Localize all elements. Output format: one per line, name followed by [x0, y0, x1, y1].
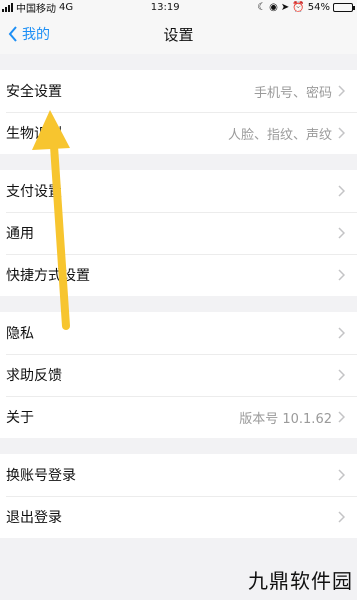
page-title: 设置 — [163, 25, 194, 44]
settings-row[interactable]: 换账号登录 — [0, 454, 357, 496]
back-label: 我的 — [22, 27, 50, 43]
settings-group: 隐私求助反馈关于 版本号 10.1.62 — [0, 312, 357, 438]
settings-row-right — [332, 511, 345, 523]
settings-row[interactable]: 求助反馈 — [0, 354, 357, 396]
chevron-right-icon — [338, 469, 345, 481]
settings-group: 安全设置 手机号、密码生物识别 人脸、指纹、声纹 — [0, 70, 357, 154]
settings-row-right — [332, 369, 345, 381]
section-gap — [0, 438, 357, 454]
settings-row-right: 人脸、指纹、声纹 — [228, 124, 345, 143]
chevron-right-icon — [338, 127, 345, 139]
settings-row[interactable]: 退出登录 — [0, 496, 357, 538]
settings-row-right — [332, 185, 345, 197]
settings-screen: 中国移动 4G 13:19 ☾ ◉ ➤ ⏰ 54% 我的 设置 安全设置 手机号、… — [0, 0, 357, 600]
location-icon: ➤ — [280, 1, 290, 13]
status-right: ☾ ◉ ➤ ⏰ 54% — [257, 1, 355, 13]
settings-row-value: 人脸、指纹、声纹 — [227, 127, 332, 143]
nav-bar: 我的 设置 — [0, 14, 357, 54]
settings-row-label: 安全设置 — [6, 84, 62, 100]
battery-percent: 54% — [307, 1, 330, 13]
chevron-right-icon — [338, 327, 345, 339]
settings-row-label: 求助反馈 — [6, 368, 62, 384]
settings-group: 换账号登录 退出登录 — [0, 454, 357, 538]
settings-row-label: 隐私 — [6, 326, 34, 342]
settings-row-right — [332, 327, 345, 339]
back-button[interactable]: 我的 — [8, 14, 50, 54]
settings-row-right — [332, 227, 345, 239]
settings-row-right: 手机号、密码 — [254, 82, 345, 101]
moon-icon: ☾ — [257, 1, 267, 13]
chevron-right-icon — [338, 227, 345, 239]
chevron-left-icon — [8, 26, 17, 42]
chevron-right-icon — [338, 369, 345, 381]
settings-row-label: 快捷方式设置 — [6, 268, 90, 284]
status-bar: 中国移动 4G 13:19 ☾ ◉ ➤ ⏰ 54% — [0, 0, 357, 15]
settings-row[interactable]: 生物识别 人脸、指纹、声纹 — [0, 112, 357, 154]
settings-row-label: 退出登录 — [6, 510, 62, 526]
carrier-label: 中国移动 — [16, 3, 56, 15]
settings-row-value: 手机号、密码 — [253, 85, 332, 101]
settings-row-label: 生物识别 — [6, 126, 62, 142]
network-label: 4G — [59, 1, 74, 13]
settings-row-right — [332, 469, 345, 481]
section-gap — [0, 54, 357, 70]
chevron-right-icon — [338, 185, 345, 197]
lock-rotation-icon: ◉ — [269, 1, 278, 13]
settings-row-label: 通用 — [6, 226, 34, 242]
settings-row[interactable]: 隐私 — [0, 312, 357, 354]
settings-row-value: 版本号 10.1.62 — [239, 411, 332, 427]
settings-row[interactable]: 通用 — [0, 212, 357, 254]
settings-row[interactable]: 关于 版本号 10.1.62 — [0, 396, 357, 438]
settings-row-label: 支付设置 — [6, 184, 62, 200]
clock: 13:19 — [150, 1, 180, 13]
signal-icon — [2, 2, 13, 12]
status-left: 中国移动 4G — [2, 0, 73, 15]
alarm-icon: ⏰ — [292, 1, 305, 13]
watermark: 九鼎软件园 — [248, 569, 353, 593]
chevron-right-icon — [338, 269, 345, 281]
settings-row-label: 换账号登录 — [6, 468, 76, 484]
chevron-right-icon — [338, 511, 345, 523]
settings-group: 支付设置通用快捷方式设置 — [0, 170, 357, 296]
settings-row[interactable]: 快捷方式设置 — [0, 254, 357, 296]
chevron-right-icon — [338, 85, 345, 97]
chevron-right-icon — [338, 411, 345, 423]
settings-list: 安全设置 手机号、密码生物识别 人脸、指纹、声纹支付设置通用快捷方式设置 隐私求助反馈… — [0, 54, 357, 538]
section-gap — [0, 296, 357, 312]
section-gap — [0, 154, 357, 170]
settings-row-right: 版本号 10.1.62 — [239, 408, 345, 427]
settings-row[interactable]: 安全设置 手机号、密码 — [0, 70, 357, 112]
settings-row-label: 关于 — [6, 410, 34, 426]
settings-row[interactable]: 支付设置 — [0, 170, 357, 212]
battery-icon — [332, 2, 355, 12]
settings-row-right — [332, 269, 345, 281]
